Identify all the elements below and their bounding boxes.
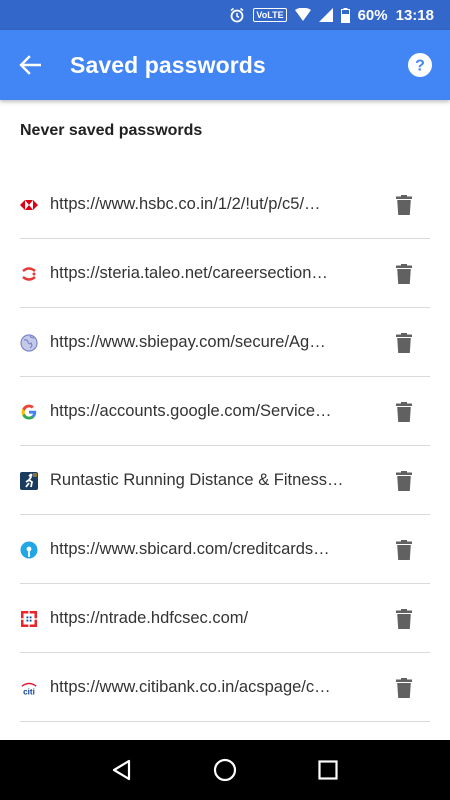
arrow-back-icon [19,55,41,75]
trash-icon [396,677,412,698]
circle-home-icon [213,758,237,782]
system-nav-bar [0,740,450,800]
clock: 13:18 [395,6,434,24]
svg-text:?: ? [415,58,425,75]
battery-icon [340,7,350,23]
delete-button[interactable] [389,259,419,289]
nav-back-button[interactable] [102,750,142,790]
trash-icon [396,401,412,422]
help-button[interactable]: ? [390,30,450,100]
list-item[interactable]: https://ntrade.hdfcsec.com/ [0,584,450,653]
trash-icon [396,539,412,560]
hdfc-favicon [20,610,38,628]
list-item[interactable]: https://www.hsbc.co.in/1/2/!ut/p/c5/… [0,170,450,239]
list-item-label: https://steria.taleo.net/careersection… [50,264,328,282]
trash-icon [396,470,412,491]
citi-favicon: citi [20,679,38,697]
list-item[interactable]: https://www.sbiepay.com/secure/Ag… [0,308,450,377]
password-exceptions-list: https://www.hsbc.co.in/1/2/!ut/p/c5/… ht… [0,170,450,722]
sbi-favicon [20,541,38,559]
back-button[interactable] [0,30,60,100]
help-icon: ? [408,53,432,77]
delete-button[interactable] [389,397,419,427]
section-header: Never saved passwords [20,122,203,139]
globe-favicon [20,333,38,352]
delete-button[interactable] [389,604,419,634]
signal-icon [318,8,333,22]
list-item[interactable]: https://steria.taleo.net/careersection… [0,239,450,308]
trash-icon [396,332,412,353]
list-item-label: https://accounts.google.com/Service… [50,402,332,420]
list-item-label: https://ntrade.hdfcsec.com/ [50,609,249,627]
delete-button[interactable] [389,673,419,703]
list-item[interactable]: https://www.sbicard.com/creditcards… [0,515,450,584]
list-item-label: https://www.sbiepay.com/secure/Ag… [50,333,326,351]
delete-button[interactable] [389,328,419,358]
list-item[interactable]: Runtastic Running Distance & Fitness… [0,446,450,515]
list-item-label: https://www.hsbc.co.in/1/2/!ut/p/c5/… [50,195,321,213]
trash-icon [396,194,412,215]
delete-button[interactable] [389,535,419,565]
list-item[interactable]: https://accounts.google.com/Service… [0,377,450,446]
nav-recents-button[interactable] [308,750,348,790]
volte-indicator: VoLTE [253,8,287,22]
battery-percent: 60% [357,6,388,24]
google-favicon [20,403,38,421]
list-item-label: https://www.citibank.co.in/acspage/c… [50,678,331,696]
nav-home-button[interactable] [205,750,245,790]
runtastic-favicon [20,471,38,490]
list-item-label: Runtastic Running Distance & Fitness… [50,471,344,489]
svg-text:citi: citi [23,687,35,696]
delete-button[interactable] [389,466,419,496]
status-bar: VoLTE 60% 13:18 [0,0,450,30]
page-title: Saved passwords [70,51,266,78]
square-recents-icon [318,760,338,780]
trash-icon [396,608,412,629]
list-item[interactable]: citi https://www.citibank.co.in/acspage/… [0,653,450,722]
list-item-label: https://www.sbicard.com/creditcards… [50,540,330,558]
trash-icon [396,263,412,284]
alarm-icon [229,7,245,23]
triangle-back-icon [112,759,130,781]
wifi-icon [294,8,311,22]
taleo-favicon [20,265,38,283]
content: Never saved passwords https://www.hsbc.c… [0,100,450,740]
delete-button[interactable] [389,190,419,220]
hsbc-favicon [20,196,38,214]
app-bar: Saved passwords ? [0,30,450,100]
